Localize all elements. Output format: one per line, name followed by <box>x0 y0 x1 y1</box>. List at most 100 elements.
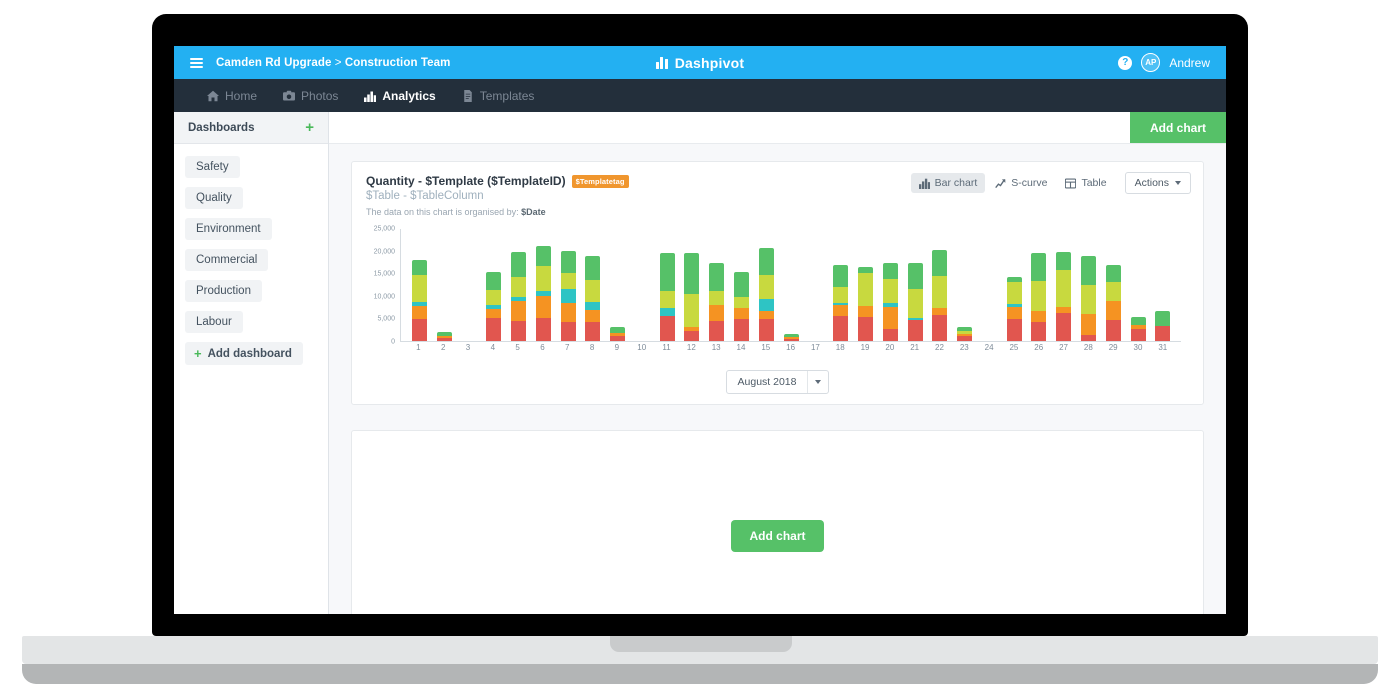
help-icon[interactable]: ? <box>1118 55 1133 70</box>
avatar[interactable]: AP <box>1141 53 1161 72</box>
bar-column[interactable] <box>457 229 482 341</box>
laptop-notch <box>610 636 792 652</box>
bar-column[interactable] <box>754 229 779 341</box>
stacked-bar[interactable] <box>1105 264 1121 341</box>
bar-column[interactable] <box>580 229 605 341</box>
bar-column[interactable] <box>680 229 705 341</box>
stacked-bar[interactable] <box>411 260 427 341</box>
bar-column[interactable] <box>605 229 630 341</box>
hamburger-icon[interactable] <box>190 57 203 68</box>
stacked-bar[interactable] <box>709 263 725 341</box>
bar-column[interactable] <box>655 229 680 341</box>
nav-item-photos[interactable]: Photos <box>270 79 351 112</box>
stacked-bar[interactable] <box>511 252 527 341</box>
actions-dropdown-button[interactable]: Actions <box>1124 172 1191 194</box>
stacked-bar[interactable] <box>734 272 750 341</box>
bar-column[interactable] <box>1027 229 1052 341</box>
bar-column[interactable] <box>1002 229 1027 341</box>
nav-item-templates[interactable]: Templates <box>449 79 548 112</box>
sidebar-item-environment[interactable]: Environment <box>185 218 272 240</box>
bar-column[interactable] <box>432 229 457 341</box>
stacked-bar[interactable] <box>957 327 973 341</box>
x-axis-tick: 28 <box>1083 343 1093 352</box>
stacked-bar[interactable] <box>932 249 948 341</box>
tab-table[interactable]: Table <box>1057 173 1114 193</box>
bar-column[interactable] <box>407 229 432 341</box>
add-chart-button-top[interactable]: Add chart <box>1130 112 1226 143</box>
bar-column[interactable] <box>853 229 878 341</box>
bar-segment <box>486 317 502 341</box>
sidebar-item-commercial[interactable]: Commercial <box>185 249 269 271</box>
bar-column[interactable] <box>779 229 804 341</box>
bar-column[interactable] <box>878 229 903 341</box>
stacked-bar[interactable] <box>486 271 502 341</box>
stacked-bar[interactable] <box>684 253 700 341</box>
sidebar-item-labour[interactable]: Labour <box>185 311 243 333</box>
stacked-bar[interactable] <box>1080 255 1096 341</box>
stacked-bar[interactable] <box>585 256 601 341</box>
bar-column[interactable] <box>1076 229 1101 341</box>
stacked-bar[interactable] <box>1056 252 1072 341</box>
bar-column[interactable] <box>704 229 729 341</box>
stacked-bar[interactable] <box>882 263 898 341</box>
add-dashboard-button[interactable]: + Add dashboard <box>185 342 303 365</box>
bar-column[interactable] <box>481 229 506 341</box>
sidebar-item-production[interactable]: Production <box>185 280 262 302</box>
username-label[interactable]: Andrew <box>1169 56 1210 70</box>
nav-label-photos: Photos <box>301 88 339 103</box>
bar-column[interactable] <box>977 229 1002 341</box>
bar-segment <box>758 274 774 299</box>
bar-column[interactable] <box>952 229 977 341</box>
plus-icon[interactable]: + <box>305 120 314 135</box>
date-selector-row: August 2018 <box>366 370 1189 394</box>
stacked-bar[interactable] <box>833 264 849 341</box>
bar-column[interactable] <box>804 229 829 341</box>
bar-segment <box>907 320 923 341</box>
bar-column[interactable] <box>630 229 655 341</box>
bar-column[interactable] <box>729 229 754 341</box>
stacked-bar[interactable] <box>1031 253 1047 341</box>
bar-segment <box>511 321 527 341</box>
bar-segment <box>758 248 774 275</box>
stacked-bar[interactable] <box>907 262 923 341</box>
stacked-bar[interactable] <box>659 253 675 341</box>
tab-bar-chart[interactable]: Bar chart <box>910 173 986 193</box>
nav-item-analytics[interactable]: Analytics <box>351 79 448 112</box>
main-nav: Home Photos Analytics Templates <box>174 79 1226 112</box>
bar-column[interactable] <box>1126 229 1151 341</box>
sidebar-item-safety[interactable]: Safety <box>185 156 240 178</box>
add-chart-button-bottom[interactable]: Add chart <box>731 520 824 552</box>
stacked-bar[interactable] <box>560 251 576 341</box>
bar-column[interactable] <box>506 229 531 341</box>
add-dashboard-label: Add dashboard <box>207 347 292 360</box>
date-selector[interactable]: August 2018 <box>725 370 830 394</box>
stacked-bar[interactable] <box>1006 276 1022 341</box>
bar-column[interactable] <box>903 229 928 341</box>
tab-s-curve[interactable]: S-curve <box>987 173 1055 193</box>
sidebar-item-quality[interactable]: Quality <box>185 187 243 209</box>
stacked-bar[interactable] <box>1130 316 1146 341</box>
nav-item-home[interactable]: Home <box>194 79 270 112</box>
bar-segment <box>957 336 973 341</box>
bar-column[interactable] <box>1101 229 1126 341</box>
stacked-bar[interactable] <box>535 246 551 341</box>
bar-segment <box>758 311 774 320</box>
stacked-bar[interactable] <box>610 327 626 341</box>
stacked-bar[interactable] <box>758 248 774 341</box>
bar-column[interactable] <box>556 229 581 341</box>
bar-column[interactable] <box>1051 229 1076 341</box>
caret-down-icon[interactable] <box>807 371 828 393</box>
bar-column[interactable] <box>828 229 853 341</box>
breadcrumb[interactable]: Camden Rd Upgrade > Construction Team <box>216 57 450 69</box>
x-axis-tick: 17 <box>810 343 820 352</box>
bar-column[interactable] <box>531 229 556 341</box>
stacked-bar[interactable] <box>857 266 873 341</box>
bar-segment <box>833 287 849 303</box>
bar-column[interactable] <box>1150 229 1175 341</box>
stacked-bar[interactable] <box>436 331 452 341</box>
bar-column[interactable] <box>927 229 952 341</box>
bar-segment <box>411 274 427 302</box>
stacked-bar[interactable] <box>1155 310 1171 341</box>
breadcrumb-team: Construction Team <box>344 56 451 69</box>
stacked-bar[interactable] <box>783 333 799 341</box>
